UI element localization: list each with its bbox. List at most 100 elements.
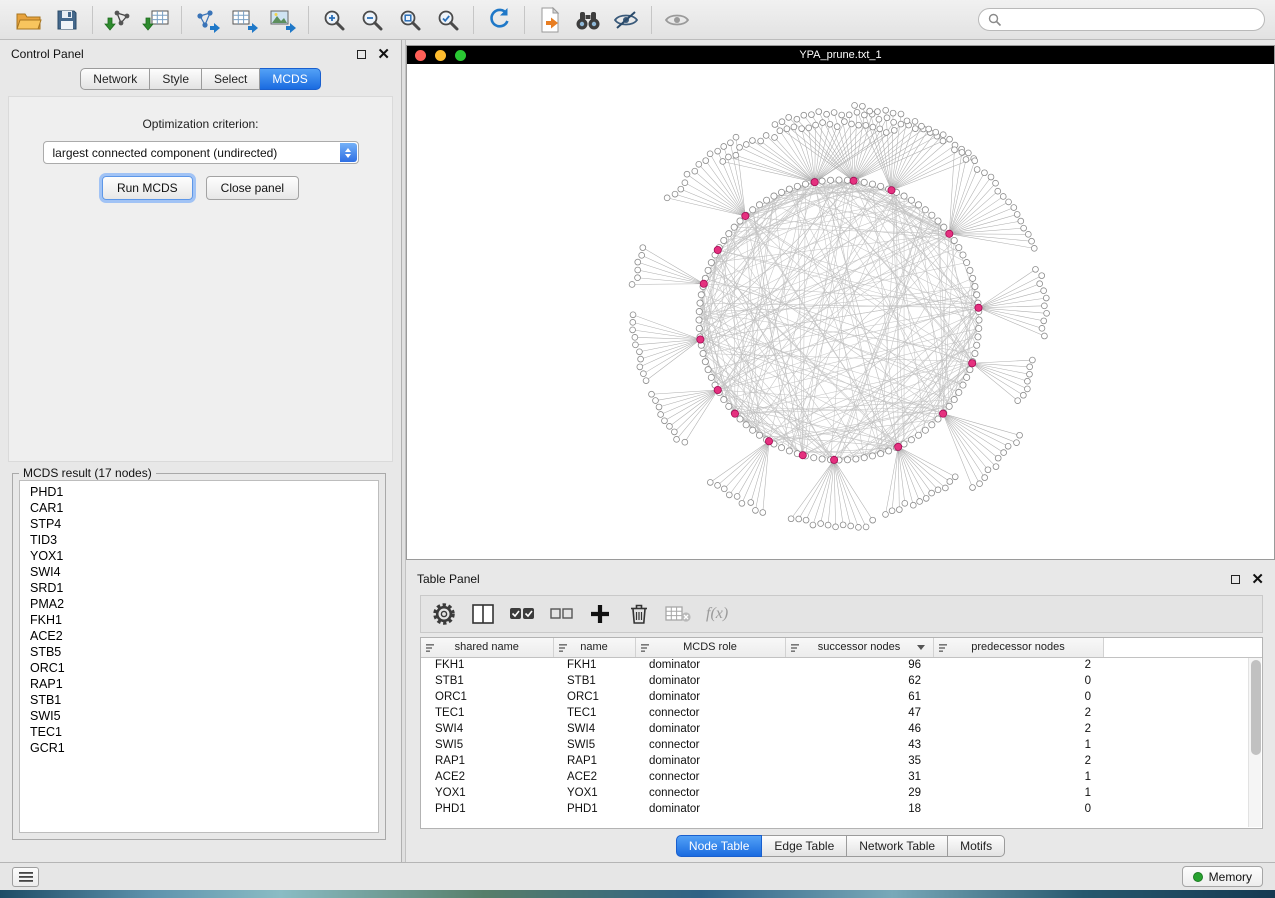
cell-name[interactable]: ORC1 [553, 689, 635, 705]
tab-edge-table[interactable]: Edge Table [762, 835, 847, 857]
mcds-result-item[interactable]: STB5 [30, 644, 378, 660]
cell-role[interactable]: dominator [635, 673, 785, 689]
cell-shared_name[interactable]: PHD1 [421, 801, 553, 817]
column-header-successor-nodes[interactable]: successor nodes [785, 638, 933, 657]
mcds-result-item[interactable]: STP4 [30, 516, 378, 532]
cell-shared_name[interactable]: FKH1 [421, 657, 553, 673]
column-header-predecessor-nodes[interactable]: predecessor nodes [933, 638, 1103, 657]
cell-successors[interactable]: 46 [785, 721, 933, 737]
optimization-criterion-select[interactable]: largest connected component (undirected) [43, 141, 359, 164]
select-stepper-icon[interactable] [340, 143, 357, 162]
node-table-row[interactable]: SWI5SWI5connector431 [421, 737, 1262, 753]
zoom-selected-button[interactable] [429, 4, 467, 36]
close-panel-button[interactable]: Close panel [206, 176, 299, 200]
mcds-result-item[interactable]: SWI5 [30, 708, 378, 724]
mcds-result-item[interactable]: TEC1 [30, 724, 378, 740]
tab-network-table[interactable]: Network Table [847, 835, 948, 857]
cell-name[interactable]: TEC1 [553, 705, 635, 721]
column-header-name[interactable]: name [553, 638, 635, 657]
float-panel-icon[interactable] [357, 50, 366, 59]
table-scrollbar[interactable] [1248, 658, 1261, 827]
node-table-row[interactable]: FKH1FKH1dominator962 [421, 657, 1262, 673]
tab-motifs[interactable]: Motifs [948, 835, 1005, 857]
cell-name[interactable]: FKH1 [553, 657, 635, 673]
close-panel-icon[interactable]: ✕ [377, 47, 390, 62]
node-table-row[interactable]: TEC1TEC1connector472 [421, 705, 1262, 721]
node-table-row[interactable]: STB1STB1dominator620 [421, 673, 1262, 689]
sort-icon[interactable] [791, 643, 800, 656]
export-network-button[interactable] [188, 4, 226, 36]
cell-successors[interactable]: 62 [785, 673, 933, 689]
cell-predecessors[interactable]: 1 [933, 785, 1103, 801]
deselect-all-button[interactable] [546, 599, 576, 629]
add-column-button[interactable] [585, 599, 615, 629]
export-image-button[interactable] [264, 4, 302, 36]
show-columns-button[interactable] [468, 599, 498, 629]
column-header-mcds-role[interactable]: MCDS role [635, 638, 785, 657]
save-session-button[interactable] [48, 4, 86, 36]
cell-role[interactable]: dominator [635, 721, 785, 737]
cell-shared_name[interactable]: SWI4 [421, 721, 553, 737]
node-table-row[interactable]: YOX1YOX1connector291 [421, 785, 1262, 801]
cell-predecessors[interactable]: 0 [933, 689, 1103, 705]
find-button[interactable] [569, 4, 607, 36]
chevron-down-icon[interactable] [917, 645, 925, 650]
cell-predecessors[interactable]: 2 [933, 657, 1103, 673]
cell-shared_name[interactable]: RAP1 [421, 753, 553, 769]
zoom-out-button[interactable] [353, 4, 391, 36]
cell-name[interactable]: STB1 [553, 673, 635, 689]
mcds-result-item[interactable]: PMA2 [30, 596, 378, 612]
export-table-button[interactable] [226, 4, 264, 36]
show-details-button[interactable] [658, 4, 696, 36]
column-header-shared-name[interactable]: shared name [421, 638, 553, 657]
zoom-in-button[interactable] [315, 4, 353, 36]
select-all-button[interactable] [507, 599, 537, 629]
open-session-button[interactable] [10, 4, 48, 36]
cell-predecessors[interactable]: 0 [933, 801, 1103, 817]
delete-table-button[interactable] [663, 599, 693, 629]
cell-role[interactable]: dominator [635, 689, 785, 705]
cell-successors[interactable]: 29 [785, 785, 933, 801]
function-builder-button[interactable]: f(x) [702, 605, 728, 623]
sort-icon[interactable] [641, 643, 650, 656]
import-table-button[interactable] [137, 4, 175, 36]
cell-name[interactable]: ACE2 [553, 769, 635, 785]
cell-role[interactable]: dominator [635, 801, 785, 817]
network-canvas[interactable] [407, 64, 1274, 559]
cell-successors[interactable]: 18 [785, 801, 933, 817]
cell-name[interactable]: RAP1 [553, 753, 635, 769]
cell-shared_name[interactable]: YOX1 [421, 785, 553, 801]
node-table-row[interactable]: ORC1ORC1dominator610 [421, 689, 1262, 705]
cell-predecessors[interactable]: 2 [933, 705, 1103, 721]
apply-layout-button[interactable] [480, 4, 518, 36]
cell-successors[interactable]: 96 [785, 657, 933, 673]
cell-successors[interactable]: 31 [785, 769, 933, 785]
share-document-button[interactable] [531, 4, 569, 36]
mcds-result-item[interactable]: SWI4 [30, 564, 378, 580]
cell-role[interactable]: connector [635, 785, 785, 801]
cell-name[interactable]: PHD1 [553, 801, 635, 817]
table-settings-button[interactable] [429, 599, 459, 629]
cell-role[interactable]: connector [635, 737, 785, 753]
delete-column-button[interactable] [624, 599, 654, 629]
cell-role[interactable]: dominator [635, 753, 785, 769]
network-graph[interactable] [407, 64, 1274, 559]
status-menu-button[interactable] [12, 867, 39, 887]
cell-predecessors[interactable]: 2 [933, 721, 1103, 737]
mcds-result-item[interactable]: FKH1 [30, 612, 378, 628]
cell-shared_name[interactable]: ACE2 [421, 769, 553, 785]
mcds-result-item[interactable]: YOX1 [30, 548, 378, 564]
search-input[interactable] [1008, 13, 1255, 27]
cell-role[interactable]: dominator [635, 657, 785, 673]
cell-shared_name[interactable]: STB1 [421, 673, 553, 689]
sort-icon[interactable] [559, 643, 568, 656]
mcds-result-item[interactable]: SRD1 [30, 580, 378, 596]
mcds-result-item[interactable]: GCR1 [30, 740, 378, 756]
cell-predecessors[interactable]: 0 [933, 673, 1103, 689]
search-box[interactable] [978, 8, 1265, 31]
mcds-result-item[interactable]: PHD1 [30, 484, 378, 500]
sort-icon[interactable] [939, 643, 948, 656]
tab-select[interactable]: Select [202, 68, 260, 90]
node-table-row[interactable]: SWI4SWI4dominator462 [421, 721, 1262, 737]
import-network-button[interactable] [99, 4, 137, 36]
